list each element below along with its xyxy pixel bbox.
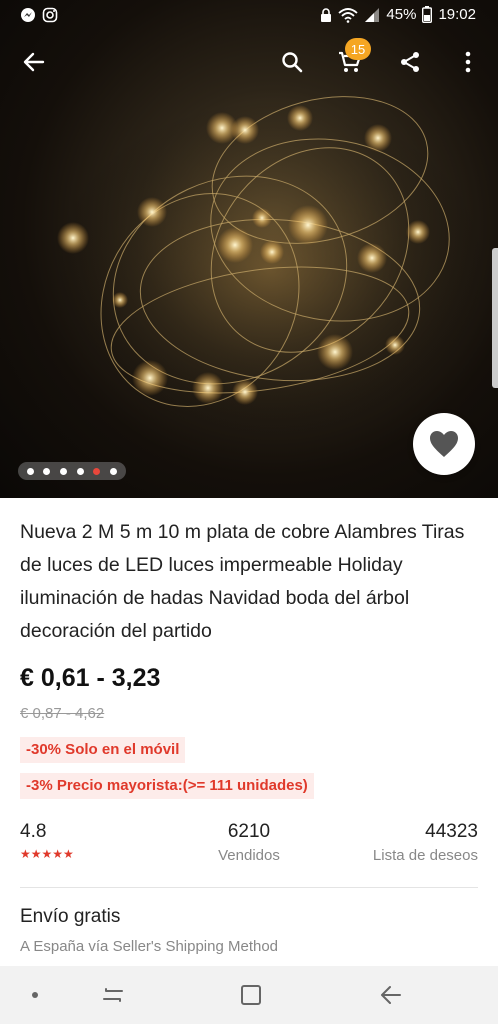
- wishlist-count: 44323: [425, 821, 478, 842]
- page-dot-active[interactable]: [93, 467, 101, 475]
- sold-count: 6210: [227, 821, 271, 842]
- sold-stat: 6210 Vendidos: [216, 821, 282, 864]
- battery-percent: 45%: [386, 6, 417, 23]
- dot-icon: [32, 992, 38, 998]
- back-arrow-icon: [23, 52, 45, 72]
- back-nav-icon: [381, 986, 401, 1004]
- recent-apps-button[interactable]: [98, 980, 128, 1010]
- sold-label: Vendidos: [218, 847, 280, 864]
- lock-icon: [321, 7, 332, 22]
- page-dot[interactable]: [60, 467, 68, 475]
- product-toolbar: [0, 32, 498, 92]
- share-button[interactable]: [390, 42, 430, 82]
- page-dot[interactable]: [43, 467, 51, 475]
- product-title: Nueva 2 M 5 m 10 m plata de cobre Alambr…: [20, 521, 465, 642]
- original-price: € 0,87 - 4,62: [20, 705, 105, 722]
- side-panel-handle[interactable]: [492, 248, 498, 388]
- back-button[interactable]: [14, 42, 54, 82]
- shipping-title[interactable]: Envío gratis: [20, 906, 120, 928]
- status-bar: 45% 19:02: [0, 0, 498, 32]
- wifi-icon: [338, 7, 359, 23]
- mobile-discount-tag: -30% Solo en el móvil: [20, 737, 186, 763]
- product-image-gallery[interactable]: 45% 19:02 15: [0, 0, 498, 498]
- page-dot[interactable]: [110, 467, 118, 475]
- search-button[interactable]: [272, 42, 312, 82]
- more-vert-icon: [465, 51, 471, 73]
- search-icon: [282, 52, 303, 73]
- home-icon: [241, 985, 261, 1005]
- instagram-icon: [42, 7, 58, 23]
- page-dot[interactable]: [76, 467, 84, 475]
- home-button[interactable]: [236, 980, 266, 1010]
- heart-icon: [430, 431, 458, 457]
- wishlist-label: Lista de deseos: [372, 847, 478, 864]
- rating-stars: ★★★★★: [20, 847, 74, 861]
- divider: [20, 887, 478, 888]
- nav-dot-button[interactable]: [20, 980, 50, 1010]
- system-navigation-bar: [0, 966, 498, 1024]
- signal-icon: [365, 7, 380, 22]
- page-dot[interactable]: [26, 467, 34, 475]
- battery-icon: [422, 6, 433, 23]
- rating-stat[interactable]: 4.8 ★★★★★: [20, 821, 74, 861]
- share-icon: [401, 52, 419, 72]
- recent-apps-icon: [103, 988, 123, 1002]
- gallery-page-indicator: [18, 462, 126, 480]
- more-options-button[interactable]: [448, 42, 488, 82]
- shipping-method: A España vía Seller's Shipping Method: [20, 938, 279, 955]
- clock: 19:02: [438, 6, 476, 23]
- cart-count-badge: 15: [345, 38, 371, 60]
- back-nav-button[interactable]: [376, 980, 406, 1010]
- rating-value: 4.8: [20, 821, 47, 842]
- wishlist-button[interactable]: [413, 413, 475, 475]
- wholesale-discount-tag[interactable]: -3% Precio mayorista:(>= 111 unidades): [20, 773, 314, 799]
- messenger-icon: [21, 8, 35, 22]
- product-price: € 0,61 - 3,23: [20, 664, 161, 692]
- wishlist-stat[interactable]: 44323 Lista de deseos: [373, 821, 478, 864]
